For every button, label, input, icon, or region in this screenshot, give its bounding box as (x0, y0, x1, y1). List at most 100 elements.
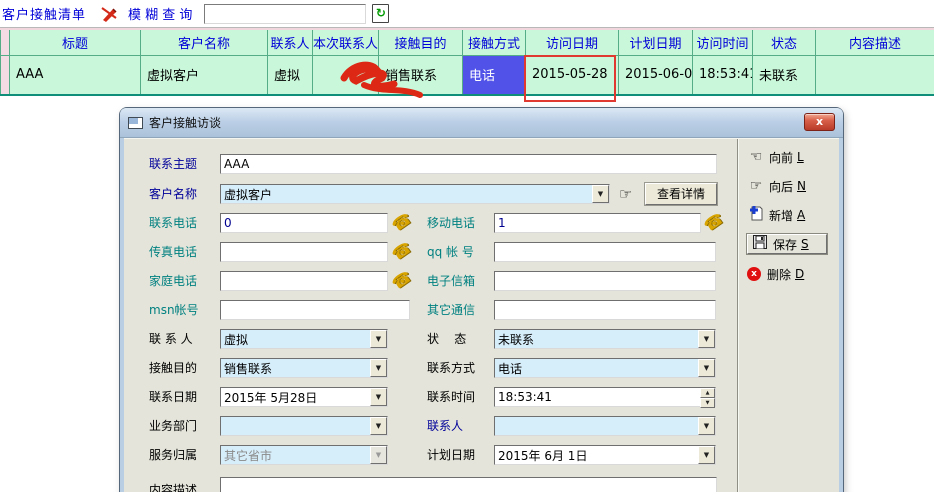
customer-combo[interactable]: 虚拟客户 ▼ (220, 184, 610, 204)
search-input[interactable] (204, 4, 366, 24)
chevron-down-icon[interactable]: ▼ (592, 185, 609, 203)
phone-icon[interactable]: ☎ (388, 239, 414, 266)
next-button[interactable]: ☞ 向后 N (747, 176, 827, 196)
chevron-down-icon[interactable]: ▼ (370, 388, 387, 406)
mobile-field[interactable] (494, 213, 701, 233)
contact-label: 联 系 人 (149, 329, 193, 349)
plan-date-picker[interactable]: 2015年 6月 1日 ▼ (494, 445, 716, 465)
cell-contact[interactable]: 虚拟 (268, 55, 313, 95)
col-title[interactable]: 标题 (10, 29, 141, 55)
hand-left-icon: ☜ (747, 149, 765, 165)
col-current-contact[interactable]: 本次联系人 (313, 29, 379, 55)
cell-customer-name[interactable]: 虚拟客户 (141, 55, 268, 95)
add-button[interactable]: 新增 A (747, 205, 827, 225)
delete-x-icon: x (747, 267, 761, 281)
row-selector-header (1, 29, 10, 55)
col-method[interactable]: 接触方式 (463, 29, 526, 55)
home-phone-field[interactable] (220, 271, 388, 291)
cell-method-selected[interactable]: 电话 (463, 55, 526, 95)
toolbar: 客户接触清单 模 糊 查 询 ↻ (0, 0, 934, 28)
col-description[interactable]: 内容描述 (816, 29, 934, 55)
cell-status[interactable]: 未联系 (753, 55, 816, 95)
service-area-combo-disabled: 其它省市 ▼ (220, 445, 388, 465)
new-page-icon (747, 206, 765, 225)
col-visit-date[interactable]: 访问日期 (526, 29, 619, 55)
description-label: 内容描述 (149, 480, 197, 492)
status-label: 状 态 (427, 329, 466, 349)
pen-icon[interactable] (100, 5, 118, 23)
contact-interview-dialog: 客户接触访谈 x 联系主题 客户名称 虚拟客户 ▼ ☞ 查看详情 联系电话 ☎ (120, 108, 843, 492)
cell-purpose[interactable]: 销售联系 (379, 55, 463, 95)
cell-title[interactable]: AAA (10, 55, 141, 95)
contact-list-grid: 标题 客户名称 联系人 本次联系人 接触目的 接触方式 访问日期 计划日期 访问… (0, 28, 934, 96)
fax-field[interactable] (220, 242, 388, 262)
prev-button[interactable]: ☜ 向前 L (747, 147, 827, 167)
chevron-down-icon[interactable]: ▼ (370, 330, 387, 348)
contact-time-spinner[interactable]: 18:53:41 ▲▼ (494, 387, 716, 407)
chevron-down-icon: ▼ (370, 446, 387, 464)
subject-label: 联系主题 (149, 154, 197, 174)
col-status[interactable]: 状态 (753, 29, 816, 55)
contact2-label: 联系人 (427, 416, 463, 436)
chevron-down-icon[interactable]: ▼ (698, 417, 715, 435)
cell-description[interactable] (816, 55, 934, 95)
view-detail-button[interactable]: 查看详情 (645, 183, 717, 205)
fax-label: 传真电话 (149, 242, 197, 262)
col-customer-name[interactable]: 客户名称 (141, 29, 268, 55)
app-window: 客户接触清单 模 糊 查 询 ↻ 标题 客户名称 联系人 本次联系人 接触目的 … (0, 0, 934, 492)
contact2-combo[interactable]: ▼ (494, 416, 716, 436)
dialog-nav-panel: ☜ 向前 L ☞ 向后 N (737, 139, 833, 492)
hand-right-icon: ☞ (747, 178, 765, 194)
delete-button[interactable]: x 删除 D (747, 264, 827, 284)
chevron-down-icon[interactable]: ▼ (698, 446, 715, 464)
pointer-hand-icon[interactable]: ☞ (619, 184, 632, 204)
dialog-titlebar[interactable]: 客户接触访谈 x (120, 108, 843, 138)
cell-visit-date[interactable]: 2015-05-28 (526, 55, 619, 95)
page-title: 客户接触清单 (2, 4, 86, 23)
qq-label: qq 帐 号 (427, 242, 474, 262)
floppy-disk-icon (751, 235, 769, 253)
row-selector[interactable] (1, 55, 10, 95)
refresh-icon[interactable]: ↻ (372, 4, 389, 23)
email-label: 电子信箱 (427, 271, 475, 291)
purpose-combo[interactable]: 销售联系 ▼ (220, 358, 388, 378)
spinner-arrows-icon[interactable]: ▲▼ (700, 388, 715, 406)
chevron-down-icon[interactable]: ▼ (698, 359, 715, 377)
department-combo[interactable]: ▼ (220, 416, 388, 436)
chevron-down-icon[interactable]: ▼ (370, 417, 387, 435)
msn-field[interactable] (220, 300, 410, 320)
col-plan-date[interactable]: 计划日期 (619, 29, 693, 55)
phone-label: 联系电话 (149, 213, 197, 233)
cell-plan-date[interactable]: 2015-06-01 (619, 55, 693, 95)
qq-field[interactable] (494, 242, 716, 262)
col-contact[interactable]: 联系人 (268, 29, 313, 55)
contact-date-picker[interactable]: 2015年 5月28日 ▼ (220, 387, 388, 407)
phone-icon[interactable]: ☎ (700, 210, 726, 237)
method-label: 联系方式 (427, 358, 475, 378)
msn-label: msn帐号 (149, 300, 199, 320)
cell-current-contact[interactable] (313, 55, 379, 95)
grid-data-row: AAA 虚拟客户 虚拟 销售联系 电话 2015-05-28 2015-06-0… (1, 55, 934, 95)
status-combo[interactable]: 未联系 ▼ (494, 329, 716, 349)
dialog-body: 联系主题 客户名称 虚拟客户 ▼ ☞ 查看详情 联系电话 ☎ 移动电话 ☎ 传真… (124, 138, 839, 492)
email-field[interactable] (494, 271, 716, 291)
mobile-label: 移动电话 (427, 213, 475, 233)
chevron-down-icon[interactable]: ▼ (370, 359, 387, 377)
close-icon[interactable]: x (804, 113, 835, 131)
contact-combo[interactable]: 虚拟 ▼ (220, 329, 388, 349)
description-field[interactable] (220, 477, 717, 492)
phone-icon[interactable]: ☎ (388, 268, 414, 295)
subject-field[interactable] (220, 154, 717, 174)
phone-field[interactable] (220, 213, 388, 233)
col-visit-time[interactable]: 访问时间 (693, 29, 753, 55)
chevron-down-icon[interactable]: ▼ (698, 330, 715, 348)
method-combo[interactable]: 电话 ▼ (494, 358, 716, 378)
cell-visit-time[interactable]: 18:53:41 (693, 55, 753, 95)
grid-header-row: 标题 客户名称 联系人 本次联系人 接触目的 接触方式 访问日期 计划日期 访问… (1, 29, 934, 55)
other-comm-label: 其它通信 (427, 300, 475, 320)
other-comm-field[interactable] (494, 300, 716, 320)
dialog-title: 客户接触访谈 (149, 114, 221, 131)
save-button[interactable]: 保存 S (747, 234, 827, 254)
col-purpose[interactable]: 接触目的 (379, 29, 463, 55)
phone-icon[interactable]: ☎ (388, 210, 414, 237)
